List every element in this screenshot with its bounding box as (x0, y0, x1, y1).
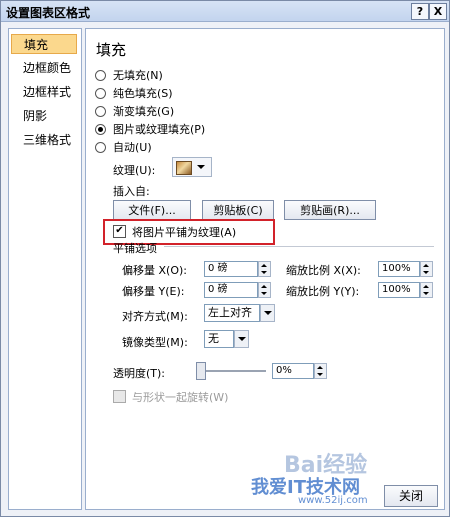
radio-no-fill[interactable] (95, 70, 106, 81)
rotate-with-shape-label: 与形状一起旋转(W) (132, 391, 229, 404)
clipart-button[interactable]: 剪贴画(R)... (284, 200, 376, 220)
transparency-label: 透明度(T): (113, 367, 166, 380)
offset-x-spinner[interactable] (258, 261, 271, 277)
mirror-label: 镜像类型(M): (122, 336, 188, 349)
offset-y-spinner[interactable] (258, 282, 271, 298)
divider (164, 246, 434, 247)
alignment-select[interactable]: 左上对齐 (204, 304, 260, 322)
mirror-select[interactable]: 无 (204, 330, 234, 348)
rotate-with-shape-checkbox[interactable] (113, 390, 126, 403)
scale-x-input[interactable]: 100% (378, 261, 420, 277)
alignment-label: 对齐方式(M): (122, 310, 188, 323)
scale-y-spinner[interactable] (420, 282, 433, 298)
fill-panel: 填充 无填充(N) 纯色填充(S) 渐变填充(G) 图片或纹理填充(P) 自动(U) 纹… (85, 28, 445, 510)
url-watermark: www.52ij.com (298, 495, 368, 506)
radio-label-no-fill: 无填充(N) (113, 69, 163, 82)
category-sidebar: 填充 边框颜色 边框样式 阴影 三维格式 (8, 28, 82, 510)
texture-label: 纹理(U): (113, 164, 156, 177)
texture-picker[interactable] (172, 157, 212, 177)
texture-swatch-icon (176, 161, 192, 175)
tile-options-label: 平铺选项 (113, 242, 157, 255)
sidebar-item-border-style[interactable]: 边框样式 (11, 82, 77, 102)
radio-label-solid-fill: 纯色填充(S) (113, 87, 173, 100)
sidebar-item-3d-format[interactable]: 三维格式 (11, 130, 77, 150)
radio-gradient-fill[interactable] (95, 106, 106, 117)
insert-from-label: 插入自: (113, 185, 150, 198)
scale-x-spinner[interactable] (420, 261, 433, 277)
offset-y-label: 偏移量 Y(E): (122, 285, 185, 298)
scale-y-input[interactable]: 100% (378, 282, 420, 298)
title-bar: 设置图表区格式 ? X (1, 1, 449, 22)
offset-y-input[interactable]: 0 磅 (204, 282, 258, 298)
sidebar-item-fill[interactable]: 填充 (11, 34, 77, 54)
offset-x-input[interactable]: 0 磅 (204, 261, 258, 277)
tile-checkbox-label: 将图片平铺为纹理(A) (132, 226, 237, 239)
transparency-spinner[interactable] (314, 363, 327, 379)
transparency-slider-thumb[interactable] (196, 362, 206, 380)
clipboard-button[interactable]: 剪贴板(C) (202, 200, 274, 220)
sidebar-item-border-color[interactable]: 边框颜色 (11, 58, 77, 78)
dialog-title: 设置图表区格式 (6, 6, 91, 20)
sidebar-item-shadow[interactable]: 阴影 (11, 106, 77, 126)
scale-y-label: 缩放比例 Y(Y): (286, 285, 360, 298)
offset-x-label: 偏移量 X(O): (122, 264, 187, 277)
transparency-input[interactable]: 0% (272, 363, 314, 379)
radio-solid-fill[interactable] (95, 88, 106, 99)
radio-label-picture-texture-fill: 图片或纹理填充(P) (113, 123, 206, 136)
radio-label-gradient-fill: 渐变填充(G) (113, 105, 175, 118)
close-x-button[interactable]: X (429, 3, 447, 20)
transparency-slider-track[interactable] (196, 370, 266, 372)
file-button[interactable]: 文件(F)... (113, 200, 191, 220)
radio-automatic[interactable] (95, 142, 106, 153)
format-chart-area-dialog: 设置图表区格式 ? X 填充 边框颜色 边框样式 阴影 三维格式 填充 无填充(… (0, 0, 450, 517)
tile-checkbox[interactable]: ✔ (113, 225, 126, 238)
close-button[interactable]: 关闭 (384, 485, 438, 507)
radio-picture-texture-fill[interactable] (95, 124, 106, 135)
mirror-dropdown-button[interactable] (234, 330, 249, 348)
alignment-dropdown-button[interactable] (260, 304, 275, 322)
radio-label-automatic: 自动(U) (113, 141, 152, 154)
panel-heading: 填充 (96, 41, 127, 59)
scale-x-label: 缩放比例 X(X): (286, 264, 361, 277)
help-button[interactable]: ? (411, 3, 429, 20)
chevron-down-icon (197, 165, 205, 169)
